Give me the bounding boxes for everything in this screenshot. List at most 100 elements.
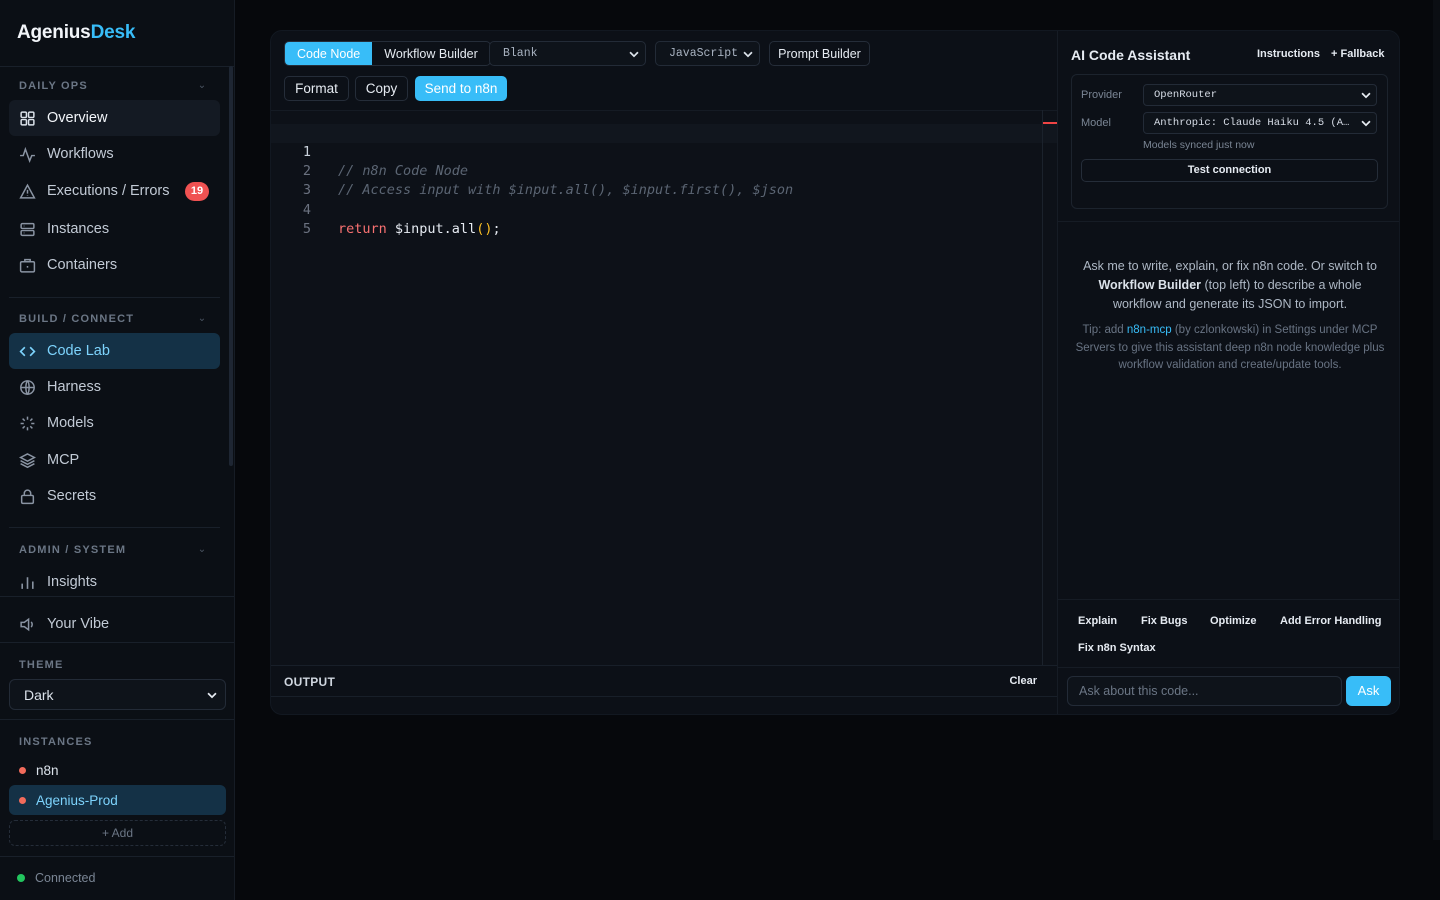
- server-icon: [19, 221, 36, 238]
- chevron-down-icon: [627, 47, 641, 61]
- tab-workflow-builder[interactable]: Workflow Builder: [372, 42, 490, 65]
- copy-button[interactable]: Copy: [355, 76, 408, 101]
- chevron-down-icon[interactable]: ⌄: [196, 313, 208, 325]
- ai-assistant-panel: AI Code Assistant Instructions + Fallbac…: [1057, 31, 1399, 714]
- chevron-down-icon[interactable]: ⌄: [196, 80, 208, 92]
- sidebar-item-label: Overview: [47, 110, 108, 126]
- status-text: Connected: [35, 871, 96, 885]
- sidebar-item-label: MCP: [47, 452, 80, 468]
- warning-icon: [19, 183, 36, 200]
- sidebar-scrollbar[interactable]: [229, 66, 233, 466]
- clear-output-button[interactable]: Clear: [1009, 675, 1037, 687]
- test-connection-button[interactable]: Test connection: [1081, 159, 1378, 182]
- divider: [9, 527, 220, 528]
- model-select[interactable]: Anthropic: Claude Haiku 4.5 (Anthropic): [1143, 112, 1377, 134]
- prompt-builder-button[interactable]: Prompt Builder: [769, 41, 870, 66]
- theme-select[interactable]: Dark: [9, 679, 226, 710]
- sidebar-item-mcp[interactable]: MCP: [9, 442, 220, 478]
- instance-item-agenius-prod[interactable]: Agenius-Prod: [9, 785, 226, 815]
- quick-action-add-error-handling[interactable]: Add Error Handling: [1280, 615, 1381, 627]
- intro-bold: Workflow Builder: [1098, 278, 1202, 292]
- assistant-tip: Tip: add n8n-mcp (by czlonkowski) in Set…: [1074, 322, 1386, 375]
- provider-config: Provider OpenRouter Model Anthropic: Cla…: [1071, 74, 1388, 209]
- section-admin-system[interactable]: ADMIN / SYSTEM: [19, 544, 126, 556]
- quick-action-fix-n8n-syntax[interactable]: Fix n8n Syntax: [1078, 642, 1156, 654]
- add-instance-button[interactable]: + Add: [9, 820, 226, 846]
- template-select[interactable]: Blank: [489, 41, 646, 66]
- quick-action-fix-bugs[interactable]: Fix Bugs: [1141, 615, 1187, 627]
- sidebar-item-label: Code Lab: [47, 343, 110, 359]
- tip-link[interactable]: n8n-mcp: [1127, 324, 1172, 336]
- code-punct: ;: [492, 221, 501, 237]
- intro-text: Ask me to write, explain, or fix n8n cod…: [1083, 259, 1377, 273]
- provider-select[interactable]: OpenRouter: [1143, 84, 1377, 106]
- page-scrollbar[interactable]: [1433, 0, 1440, 840]
- code-lab-panel: Code Node Workflow Builder Blank JavaScr…: [270, 30, 1400, 715]
- error-marker: [1043, 122, 1057, 124]
- pulse-icon: [19, 146, 36, 163]
- brand-accent: Desk: [90, 22, 136, 43]
- code-text: return $input.all();: [338, 220, 501, 239]
- instructions-button[interactable]: Instructions: [1257, 48, 1320, 60]
- code-line: 3: [271, 162, 1057, 198]
- output-bar: OUTPUT Clear: [271, 665, 1057, 697]
- instance-item-n8n[interactable]: n8n: [9, 755, 226, 785]
- models-sync-note: Models synced just now: [1143, 139, 1255, 151]
- sidebar-item-secrets[interactable]: Secrets: [9, 478, 220, 514]
- sidebar-item-insights[interactable]: Insights: [9, 564, 220, 600]
- tip-text: Tip: add: [1082, 324, 1124, 336]
- code-icon: [19, 343, 36, 360]
- sidebar-item-your-vibe[interactable]: Your Vibe: [9, 606, 220, 642]
- instance-label: n8n: [36, 762, 59, 778]
- add-fallback-button[interactable]: + Fallback: [1331, 48, 1385, 60]
- brand-name: Agenius: [17, 22, 91, 43]
- code-identifier: $input.all: [386, 221, 477, 237]
- ask-input[interactable]: Ask about this code...: [1067, 676, 1342, 706]
- section-build-connect[interactable]: BUILD / CONNECT: [19, 313, 134, 325]
- quick-action-explain[interactable]: Explain: [1078, 615, 1117, 627]
- divider: [0, 856, 234, 857]
- assistant-intro: Ask me to write, explain, or fix n8n cod…: [1074, 257, 1386, 314]
- provider-value: OpenRouter: [1154, 89, 1218, 101]
- sidebar-item-label: Your Vibe: [47, 616, 110, 632]
- sidebar-item-code-lab[interactable]: Code Lab: [9, 333, 220, 369]
- sidebar-item-executions[interactable]: Executions / Errors 19: [9, 173, 220, 209]
- language-select[interactable]: JavaScript: [655, 41, 760, 66]
- tab-code-node[interactable]: Code Node: [285, 42, 373, 65]
- globe-icon: [19, 379, 36, 396]
- send-to-n8n-button[interactable]: Send to n8n: [415, 76, 507, 101]
- sidebar-item-containers[interactable]: Containers: [9, 247, 220, 283]
- code-editor[interactable]: 1 // n8n Code Node 2 // Access input wit…: [271, 110, 1057, 665]
- sidebar-item-instances[interactable]: Instances: [9, 211, 220, 247]
- chevron-down-icon: [205, 688, 219, 702]
- error-count-badge: 19: [185, 182, 209, 201]
- instance-status-dot: [19, 766, 26, 774]
- sidebar-item-workflows[interactable]: Workflows: [9, 136, 220, 172]
- sidebar-item-models[interactable]: Models: [9, 405, 220, 441]
- divider: [1058, 221, 1399, 222]
- theme-label: THEME: [19, 659, 64, 671]
- editor-scroll-gutter[interactable]: [1042, 110, 1043, 665]
- chevron-down-icon: [741, 47, 755, 61]
- chevron-down-icon[interactable]: ⌄: [196, 544, 208, 556]
- sidebar-item-label: Models: [47, 415, 94, 431]
- connection-status: Connected: [17, 871, 95, 885]
- sidebar-item-label: Workflows: [47, 146, 114, 162]
- model-label: Model: [1081, 117, 1111, 129]
- status-dot: [17, 874, 25, 882]
- sidebar-item-overview[interactable]: Overview: [9, 100, 220, 136]
- ask-button[interactable]: Ask: [1346, 676, 1391, 706]
- layers-icon: [19, 452, 36, 469]
- sidebar: AgeniusDesk DAILY OPS ⌄ Overview Workflo…: [0, 0, 235, 900]
- grid-icon: [19, 110, 36, 127]
- quick-action-optimize[interactable]: Optimize: [1210, 615, 1256, 627]
- section-daily-ops[interactable]: DAILY OPS: [19, 80, 88, 92]
- language-value: JavaScript: [669, 47, 739, 60]
- sidebar-item-harness[interactable]: Harness: [9, 369, 220, 405]
- divider: [1058, 667, 1399, 668]
- brand-logo[interactable]: AgeniusDesk: [17, 22, 135, 44]
- code-line: 1 // n8n Code Node: [271, 124, 1057, 179]
- divider: [0, 66, 234, 67]
- format-button[interactable]: Format: [284, 76, 349, 101]
- speaker-icon: [19, 616, 36, 633]
